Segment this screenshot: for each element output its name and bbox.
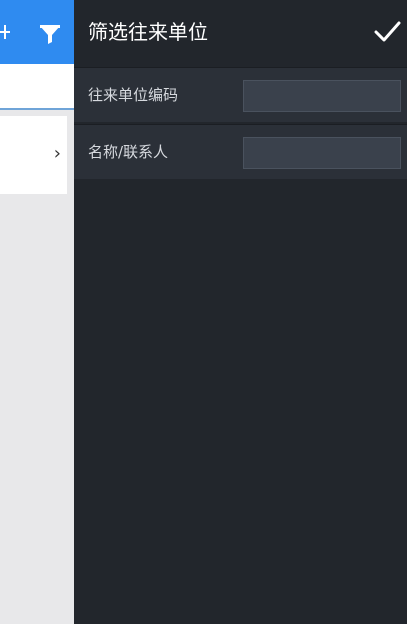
- checkmark-icon: [374, 21, 401, 42]
- list-item[interactable]: ›: [0, 116, 67, 194]
- partner-code-label: 往来单位编码: [88, 86, 179, 104]
- filter-drawer: 筛选往来单位 往来单位编码 名称/联系人: [74, 0, 407, 624]
- app-root: › 筛选往来单位 往来单位编码 名称/联系人: [0, 0, 407, 624]
- drawer-title: 筛选往来单位: [88, 20, 208, 44]
- chevron-right-icon: ›: [53, 143, 61, 164]
- drawer-header: 筛选往来单位: [74, 0, 407, 64]
- underlying-header: [0, 0, 74, 64]
- underlying-tabbar: [0, 64, 74, 110]
- field-row-partner-code: 往来单位编码: [74, 67, 407, 122]
- filter-icon[interactable]: [38, 23, 62, 45]
- field-row-name-contact: 名称/联系人: [74, 124, 407, 179]
- underlying-page: ›: [0, 0, 74, 624]
- confirm-button[interactable]: [371, 18, 403, 46]
- partner-code-input[interactable]: [243, 80, 401, 112]
- name-contact-label: 名称/联系人: [88, 143, 169, 161]
- plus-icon[interactable]: [0, 22, 18, 42]
- name-contact-input[interactable]: [243, 137, 401, 169]
